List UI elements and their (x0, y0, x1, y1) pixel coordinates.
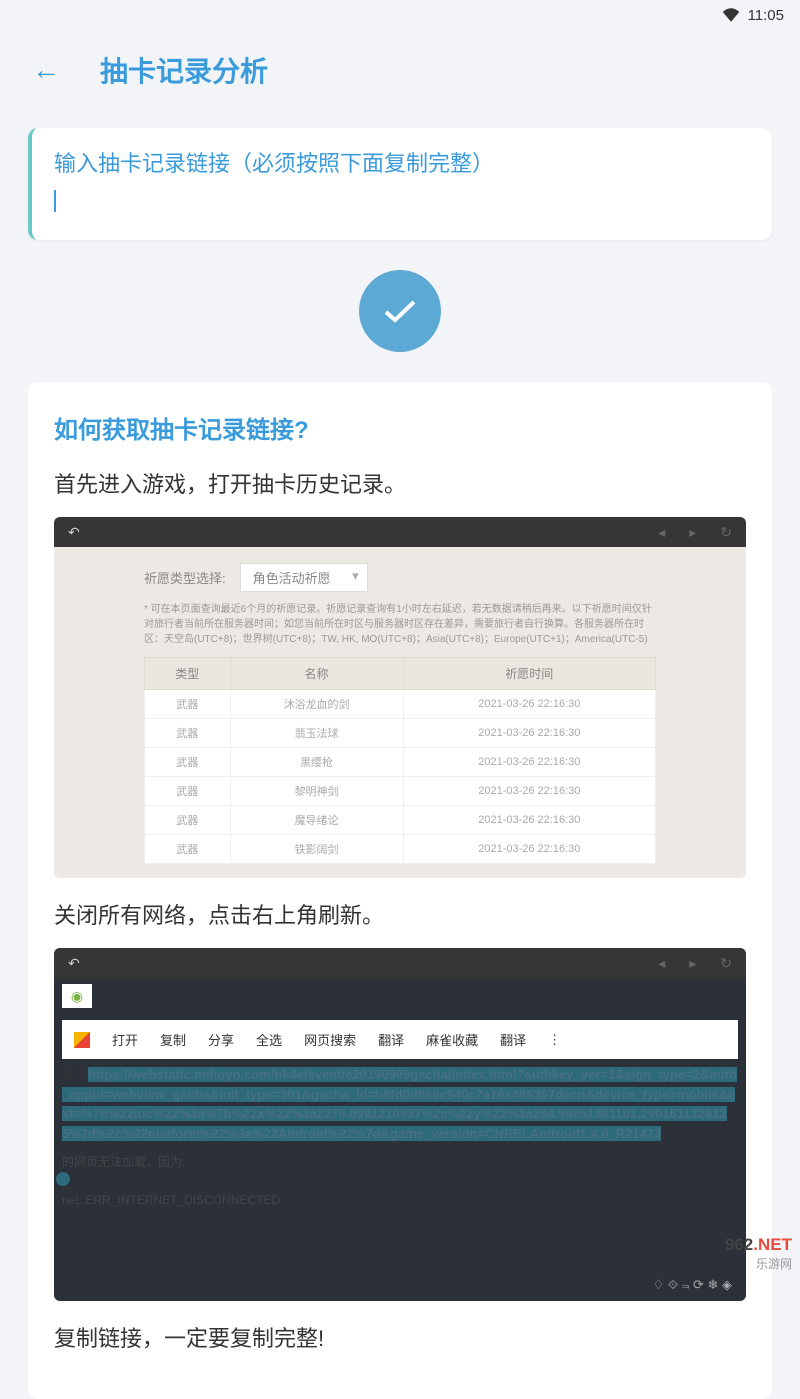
status-bar: 11:05 (0, 0, 800, 30)
shot-back-icon: ↶ (68, 955, 80, 972)
error-line-1: 的网页无法加载，因为: (54, 1151, 746, 1172)
gacha-table: 类型名称祈愿时间 武器沐浴龙血的剑2021-03-26 22:16:30 武器翡… (144, 657, 656, 864)
refresh-icon: ↻ (720, 955, 732, 972)
table-row: 武器魔导绪论2021-03-26 22:16:30 (145, 806, 656, 835)
table-row: 武器铁影阔剑2021-03-26 22:16:30 (145, 835, 656, 864)
error-line-2: net::ERR_INTERNET_DISCONNECTED (54, 1191, 746, 1209)
disclaimer-text: * 可在本页面查询最近6个月的祈愿记录。祈愿记录查询有1小时左右延迟，若无数据请… (144, 602, 656, 647)
screenshot-gacha-history: ↶ ◂▸↻ 祈愿类型选择: 角色活动祈愿 * 可在本页面查询最近6个月的祈愿记录… (54, 517, 746, 878)
app-header: ← 抽卡记录分析 (0, 30, 800, 110)
table-row: 武器沐浴龙血的剑2021-03-26 22:16:30 (145, 690, 656, 719)
submit-button[interactable] (359, 270, 441, 352)
url-input-card: 输入抽卡记录链接（必须按照下面复制完整） (28, 128, 772, 240)
wish-type-label: 祈愿类型选择: (144, 568, 226, 587)
menu-translate: 翻译 (378, 1030, 404, 1049)
table-row: 武器黑缨枪2021-03-26 22:16:30 (145, 748, 656, 777)
help-step-1: 首先进入游戏，打开抽卡历史记录。 (54, 467, 746, 499)
menu-websearch: 网页搜索 (304, 1030, 356, 1049)
help-title: 如何获取抽卡记录链接? (54, 410, 746, 445)
app-icon (74, 1032, 90, 1048)
context-menu: 打开 复制 分享 全选 网页搜索 翻译 麻雀收藏 翻译 ⋮ (62, 1020, 738, 1059)
menu-share: 分享 (208, 1030, 234, 1049)
help-step-2: 关闭所有网络，点击右上角刷新。 (54, 898, 746, 930)
menu-open: 打开 (112, 1030, 138, 1049)
table-row: 武器黎明神剑2021-03-26 22:16:30 (145, 777, 656, 806)
input-label: 输入抽卡记录链接（必须按照下面复制完整） (54, 146, 750, 178)
screenshot-error-page: ↶ ◂▸↻ ◉ 打开 复制 分享 全选 网页搜索 翻译 麻雀收藏 翻译 ⋮ 位于… (54, 948, 746, 1301)
footer-icons: ♢ ⟐ ⫬ ⟳ ❄ ◈ (54, 1269, 746, 1301)
url-input[interactable] (54, 190, 750, 212)
watermark: 962.NET 乐游网 (725, 1235, 792, 1272)
selected-url: 位于https://webstatic.mihoyo.com/hk4e/even… (54, 1065, 746, 1151)
help-step-3: 复制链接，一定要复制完整! (54, 1321, 746, 1353)
table-row: 武器翡玉法球2021-03-26 22:16:30 (145, 719, 656, 748)
refresh-icon: ↻ (720, 524, 732, 541)
status-time: 11:05 (748, 7, 784, 24)
android-icon: ◉ (62, 984, 92, 1008)
menu-translate2: 翻译 (500, 1030, 526, 1049)
wifi-icon (722, 8, 740, 22)
menu-fav: 麻雀收藏 (426, 1030, 478, 1049)
check-icon (380, 296, 420, 326)
back-button[interactable]: ← (32, 54, 60, 86)
menu-more-icon: ⋮ (548, 1032, 561, 1048)
shot-back-icon: ↶ (68, 524, 80, 541)
wish-type-select: 角色活动祈愿 (240, 563, 368, 592)
menu-copy: 复制 (160, 1030, 186, 1049)
page-title: 抽卡记录分析 (100, 50, 268, 90)
menu-selectall: 全选 (256, 1030, 282, 1049)
help-section: 如何获取抽卡记录链接? 首先进入游戏，打开抽卡历史记录。 ↶ ◂▸↻ 祈愿类型选… (28, 382, 772, 1399)
